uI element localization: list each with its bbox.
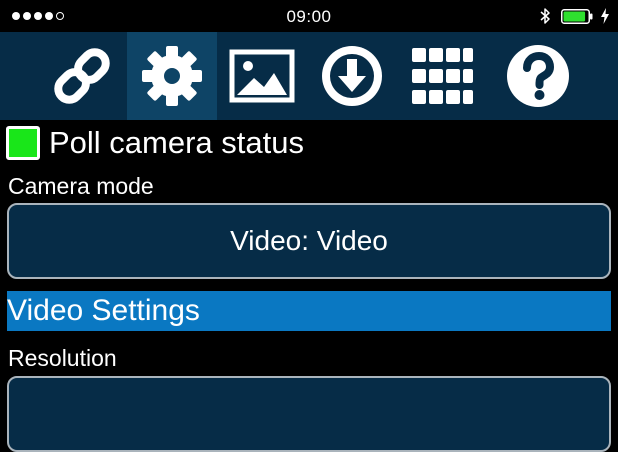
status-bar: 09:00 [0, 0, 618, 32]
poll-camera-status-checkbox[interactable] [6, 126, 40, 160]
resolution-button[interactable] [7, 376, 611, 452]
toolbar-connect-button[interactable] [37, 32, 127, 120]
toolbar-help-button[interactable] [493, 32, 583, 120]
resolution-label: Resolution [8, 345, 117, 371]
toolbar-grid-button[interactable] [397, 32, 487, 120]
camera-mode-label: Camera mode [8, 173, 154, 199]
poll-camera-status-label: Poll camera status [49, 125, 304, 160]
download-icon [322, 46, 382, 106]
toolbar-media-button[interactable] [217, 32, 307, 120]
camera-mode-button[interactable]: Video: Video [7, 203, 611, 279]
toolbar-settings-button[interactable] [127, 32, 217, 120]
battery-icon [561, 9, 593, 24]
charging-bolt-icon [601, 8, 609, 24]
status-time: 09:00 [286, 7, 332, 26]
video-settings-header: Video Settings [7, 291, 611, 331]
help-icon [507, 45, 569, 107]
grid-icon [412, 48, 473, 104]
main-toolbar [0, 32, 618, 120]
bluetooth-icon [540, 8, 550, 24]
gear-icon [142, 46, 202, 106]
image-icon [229, 49, 295, 103]
toolbar-download-button[interactable] [307, 32, 397, 120]
link-icon [54, 48, 110, 104]
poll-camera-status-row[interactable]: Poll camera status [6, 122, 304, 164]
